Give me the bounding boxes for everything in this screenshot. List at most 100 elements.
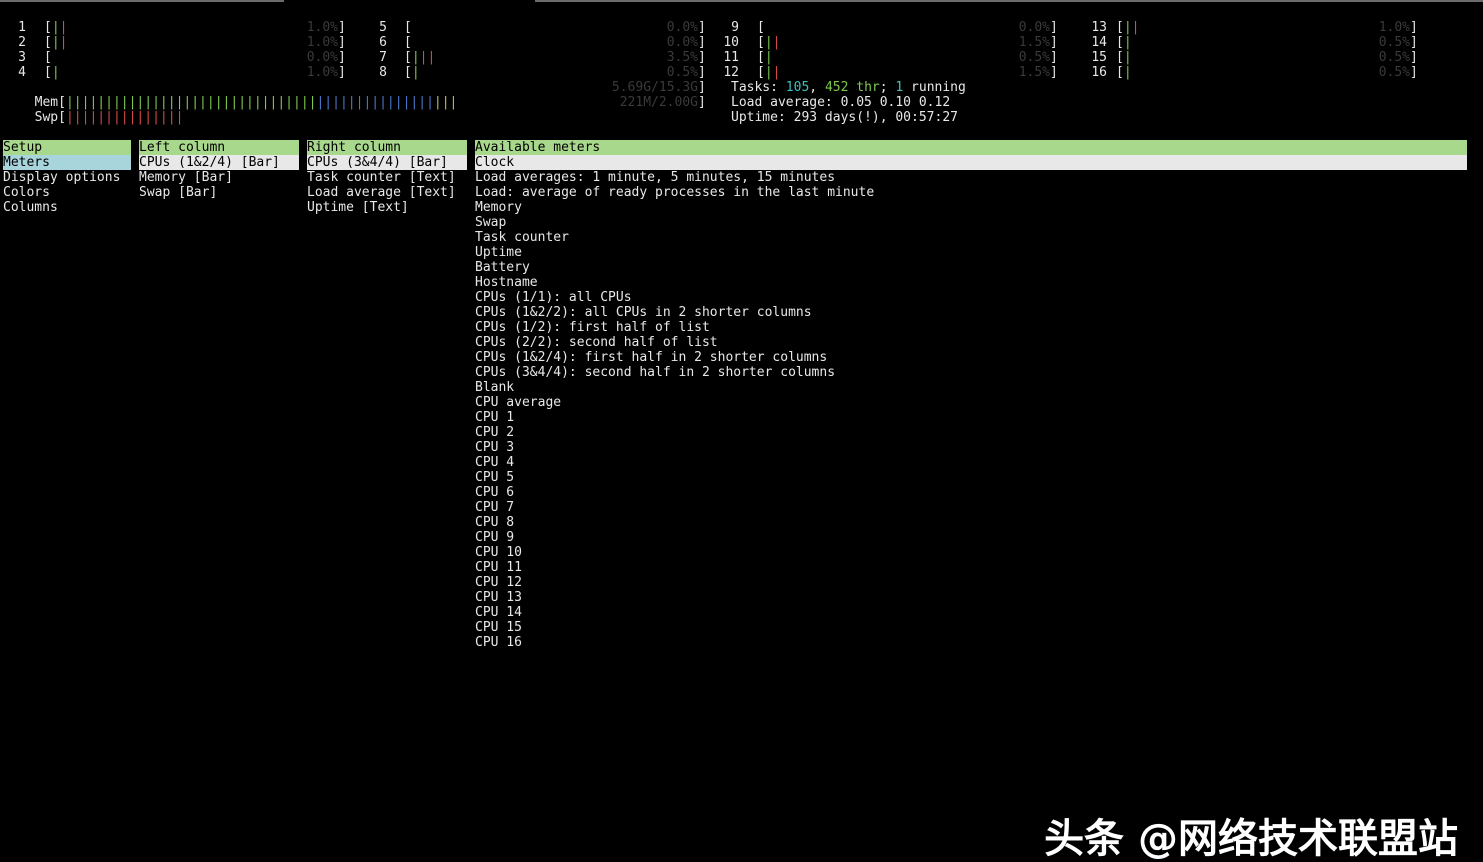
left-column-panel: Left column CPUs (1&2/4) [Bar] Memory [Ba… [139,140,299,200]
available-meter-item[interactable]: Uptime [475,245,1467,260]
cpu-1-label: 1 [18,20,26,35]
cpu-2-percent: 1.0% [306,35,338,50]
uptime: Uptime: 293 days(!), 00:57:27 [731,110,958,125]
available-meter-item[interactable]: Clock [475,155,1467,170]
available-meter-item[interactable]: Hostname [475,275,1467,290]
memory-meter: Mem[||||||||||||||||||||||||||||||||||||… [34,95,458,110]
setup-menu-item[interactable]: Colors [3,185,131,200]
cpu-4-bar: [| [44,65,60,80]
available-meter-item[interactable]: CPU 2 [475,425,1467,440]
available-meter-item[interactable]: CPU 13 [475,590,1467,605]
watermark: 头条 @网络技术联盟站 [1044,816,1458,862]
cpu-16-bar: [| [1116,65,1132,80]
cpu-2-bar: [|| [44,35,68,50]
available-meter-item[interactable]: CPU 4 [475,455,1467,470]
available-meter-item[interactable]: CPU 8 [475,515,1467,530]
left-column-item[interactable]: Swap [Bar] [139,185,299,200]
cpu-9-label: 9 [731,20,739,35]
memory-value: 5.69G/15.3G [611,80,698,95]
available-meter-item[interactable]: Task counter [475,230,1467,245]
cpu-12-bar: [|| [757,65,781,80]
cpu-7-label: 7 [379,50,387,65]
swap-label: Swp [34,110,59,125]
swap-value: 221M/2.00G [619,95,698,110]
setup-panel: Setup Meters Display options Colors Columns [3,140,131,215]
available-meters-header: Available meters [475,140,1467,155]
cpu-14-bar: [| [1116,35,1132,50]
available-meter-item[interactable]: CPUs (1&2/4): first half in 2 shorter co… [475,350,1467,365]
available-meter-item[interactable]: CPU 10 [475,545,1467,560]
cpu-3-bar: [ [44,50,52,65]
cpu-9-bar: [ [757,20,765,35]
cpu-4-label: 4 [18,65,26,80]
available-meter-item[interactable]: CPUs (3&4/4): second half in 2 shorter c… [475,365,1467,380]
available-meter-item[interactable]: CPU 3 [475,440,1467,455]
cpu-10-percent: 1.5% [1018,35,1050,50]
cpu-10-bar: [|| [757,35,781,50]
left-column-item[interactable]: CPUs (1&2/4) [Bar] [139,155,299,170]
swap-bar: ||||||||||||||| [65,110,184,125]
load-average: Load average: 0.05 0.10 0.12 [731,95,951,110]
setup-menu-item[interactable]: Display options [3,170,131,185]
right-column-item[interactable]: Uptime [Text] [307,200,467,215]
available-meter-item[interactable]: CPU 15 [475,620,1467,635]
left-column-item[interactable]: Memory [Bar] [139,170,299,185]
cpu-1-bar: [|| [44,20,68,35]
cpu-11-label: 11 [723,50,739,65]
cpu-16-label: 16 [1091,65,1107,80]
cpu-11-bar: [| [757,50,773,65]
available-meter-item[interactable]: CPU 11 [475,560,1467,575]
cpu-5-percent: 0.0% [666,20,698,35]
available-meter-item[interactable]: CPUs (1/1): all CPUs [475,290,1467,305]
available-meter-item[interactable]: CPUs (2/2): second half of list [475,335,1467,350]
cpu-5-bar: [ [404,20,412,35]
cpu-14-label: 14 [1091,35,1107,50]
tab-indicator-right [535,0,1483,2]
left-column-header: Left column [139,140,299,155]
available-meter-item[interactable]: CPU 5 [475,470,1467,485]
cpu-1-percent: 1.0% [306,20,338,35]
available-meter-item[interactable]: CPU average [475,395,1467,410]
cpu-6-bar: [ [404,35,412,50]
available-meter-item[interactable]: Swap [475,215,1467,230]
swap-meter: Swp[||||||||||||||| [34,110,184,125]
available-meter-item[interactable]: Load: average of ready processes in the … [475,185,1467,200]
cpu-15-label: 15 [1091,50,1107,65]
cpu-16-percent: 0.5% [1378,65,1410,80]
task-counter: Tasks: 105, 452 thr; 1 running [731,80,966,95]
available-meter-item[interactable]: Battery [475,260,1467,275]
cpu-2-label: 2 [18,35,26,50]
cpu-9-percent: 0.0% [1018,20,1050,35]
setup-menu-item[interactable]: Columns [3,200,131,215]
cpu-8-label: 8 [379,65,387,80]
available-meter-item[interactable]: CPUs (1/2): first half of list [475,320,1467,335]
available-meter-item[interactable]: CPU 1 [475,410,1467,425]
available-meter-item[interactable]: Memory [475,200,1467,215]
cpu-11-percent: 0.5% [1018,50,1050,65]
right-column-panel: Right column CPUs (3&4/4) [Bar] Task coun… [307,140,467,215]
available-meter-item[interactable]: CPU 16 [475,635,1467,650]
right-column-item[interactable]: CPUs (3&4/4) [Bar] [307,155,467,170]
setup-header: Setup [3,140,131,155]
right-column-item[interactable]: Load average [Text] [307,185,467,200]
available-meter-item[interactable]: CPU 6 [475,485,1467,500]
available-meter-item[interactable]: Load averages: 1 minute, 5 minutes, 15 m… [475,170,1467,185]
cpu-3-percent: 0.0% [306,50,338,65]
available-meter-item[interactable]: CPUs (1&2/2): all CPUs in 2 shorter colu… [475,305,1467,320]
cpu-5-label: 5 [379,20,387,35]
cpu-15-bar: [| [1116,50,1132,65]
available-meter-item[interactable]: CPU 9 [475,530,1467,545]
available-meter-item[interactable]: CPU 7 [475,500,1467,515]
cpu-10-label: 10 [723,35,739,50]
tab-indicator-left [0,0,284,2]
right-column-header: Right column [307,140,467,155]
cpu-7-bar: [||| [404,50,436,65]
cpu-6-percent: 0.0% [666,35,698,50]
available-meter-item[interactable]: CPU 14 [475,605,1467,620]
right-column-item[interactable]: Task counter [Text] [307,170,467,185]
cpu-3-label: 3 [18,50,26,65]
cpu-6-label: 6 [379,35,387,50]
available-meter-item[interactable]: Blank [475,380,1467,395]
available-meter-item[interactable]: CPU 12 [475,575,1467,590]
setup-menu-item[interactable]: Meters [3,155,131,170]
